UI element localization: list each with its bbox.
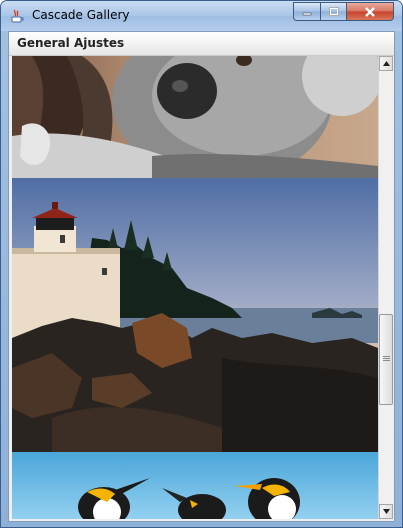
arrow-down-icon [382,509,390,514]
close-button[interactable] [347,2,394,21]
vertical-scrollbar[interactable] [378,56,393,519]
app-window: Cascade Gallery General Ajustes [0,0,403,528]
maximize-icon [328,6,339,16]
lighthouse-image [12,178,378,452]
grip-line [383,356,390,357]
maximize-button[interactable] [320,2,347,21]
scroll-up-button[interactable] [379,56,393,71]
grip-line [383,358,390,359]
close-icon [365,6,375,17]
penguins-image [12,452,378,519]
menu-general[interactable]: General [17,36,70,50]
title-bar[interactable]: Cascade Gallery [1,1,402,31]
scroll-down-button[interactable] [379,504,393,519]
gallery-viewport[interactable] [12,56,378,519]
scroll-thumb[interactable] [379,314,393,405]
gallery-image-lighthouse [12,178,378,452]
minimize-icon [302,12,312,15]
grip-line [383,360,390,361]
menu-ajustes[interactable]: Ajustes [74,36,124,50]
menu-bar: General Ajustes [9,32,394,56]
java-icon [11,9,24,23]
gallery-image-koala [12,56,378,178]
client-area: General Ajustes [8,31,395,522]
arrow-up-icon [382,61,390,66]
minimize-button[interactable] [293,2,320,21]
koala-image [12,56,378,178]
window-title: Cascade Gallery [32,8,130,22]
gallery-image-penguins [12,452,378,519]
